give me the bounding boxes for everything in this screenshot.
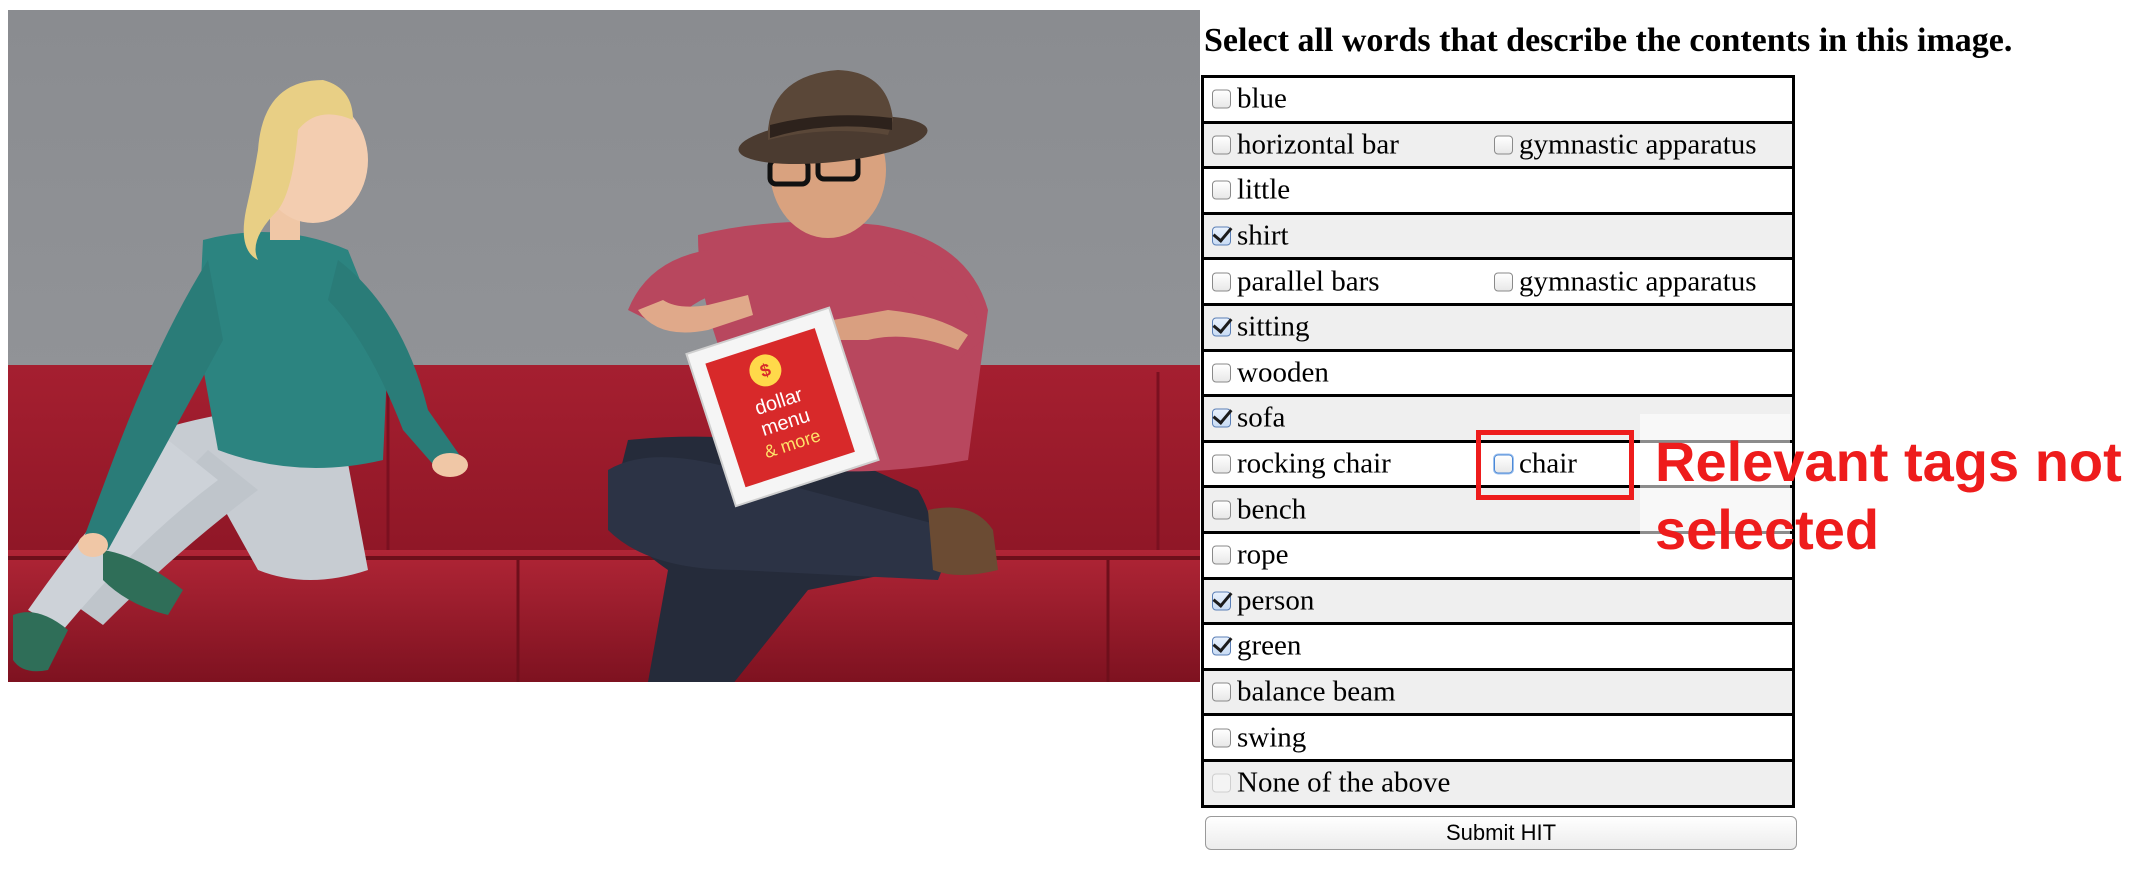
tag-checkbox[interactable] xyxy=(1212,89,1231,109)
tag-option[interactable]: gymnastic apparatus xyxy=(1494,128,1757,161)
tag-checkbox[interactable] xyxy=(1212,545,1231,565)
tag-option[interactable]: horizontal bar xyxy=(1212,128,1399,161)
tag-label: horizontal bar xyxy=(1237,128,1399,161)
tag-label: bench xyxy=(1237,493,1307,526)
tag-checkbox[interactable] xyxy=(1212,408,1231,428)
tag-checkbox[interactable] xyxy=(1212,682,1231,702)
tag-row: swing xyxy=(1204,716,1792,759)
tag-row: green xyxy=(1204,625,1792,668)
hit-page: $ dollar menu & more Select all words th… xyxy=(0,0,2144,872)
tag-row: sitting xyxy=(1204,305,1792,349)
tag-label: gymnastic apparatus xyxy=(1519,128,1757,161)
tag-checkbox[interactable] xyxy=(1212,226,1231,246)
tag-option[interactable]: wooden xyxy=(1212,356,1329,389)
tag-row: person xyxy=(1204,579,1792,623)
tag-label: parallel bars xyxy=(1237,265,1380,298)
tag-label: shirt xyxy=(1237,219,1289,252)
tag-checkbox[interactable] xyxy=(1494,272,1513,292)
tag-option[interactable]: little xyxy=(1212,174,1290,207)
tag-checkbox[interactable] xyxy=(1212,728,1231,748)
tag-checkbox[interactable] xyxy=(1212,636,1231,656)
submit-hit-button[interactable]: Submit HIT xyxy=(1205,816,1797,850)
tag-option[interactable]: sitting xyxy=(1212,311,1310,344)
tag-checkbox[interactable] xyxy=(1212,317,1231,337)
tag-checkbox[interactable] xyxy=(1212,773,1231,793)
tag-option[interactable]: parallel bars xyxy=(1212,265,1380,298)
tag-label: swing xyxy=(1237,721,1307,754)
tag-checkbox[interactable] xyxy=(1212,500,1231,520)
tag-row: little xyxy=(1204,169,1792,212)
tag-option[interactable]: blue xyxy=(1212,83,1287,116)
highlight-box xyxy=(1476,430,1634,500)
tag-checkbox[interactable] xyxy=(1212,135,1231,155)
tag-option[interactable]: rocking chair xyxy=(1212,448,1391,481)
tag-row: horizontal bar gymnastic apparatus xyxy=(1204,123,1792,167)
tag-option[interactable]: person xyxy=(1212,584,1314,617)
tag-option[interactable]: gymnastic apparatus xyxy=(1494,265,1757,298)
sofa-seat xyxy=(8,550,1200,682)
tag-option[interactable]: swing xyxy=(1212,721,1306,754)
tag-label: sitting xyxy=(1237,310,1310,343)
tag-label: wooden xyxy=(1237,356,1329,389)
tag-row: balance beam xyxy=(1204,670,1792,714)
tag-label: sofa xyxy=(1237,401,1286,434)
tag-label: person xyxy=(1237,584,1315,617)
tag-option[interactable]: None of the above xyxy=(1212,767,1450,800)
tag-label: None of the above xyxy=(1237,766,1451,799)
tag-row: wooden xyxy=(1204,351,1792,395)
tag-checkbox[interactable] xyxy=(1212,591,1231,611)
tag-row: shirt xyxy=(1204,214,1792,258)
tag-option[interactable]: shirt xyxy=(1212,220,1289,253)
tag-row: blue xyxy=(1204,78,1792,121)
tag-option[interactable]: bench xyxy=(1212,493,1306,526)
annotation-text: Relevant tags not selected xyxy=(1655,430,2122,561)
tag-option[interactable]: rope xyxy=(1212,539,1289,572)
instruction-heading: Select all words that describe the conte… xyxy=(1204,22,2013,59)
tag-label: rope xyxy=(1237,538,1289,571)
tag-option[interactable]: sofa xyxy=(1212,402,1285,435)
tag-label: balance beam xyxy=(1237,675,1396,708)
tag-checkbox[interactable] xyxy=(1212,180,1231,200)
tag-checkbox[interactable] xyxy=(1212,363,1231,383)
tag-checkbox[interactable] xyxy=(1212,272,1231,292)
task-image: $ dollar menu & more xyxy=(8,10,1200,682)
task-photo: $ dollar menu & more xyxy=(8,10,1200,682)
tag-label: rocking chair xyxy=(1237,447,1391,480)
tag-checkbox[interactable] xyxy=(1494,135,1513,155)
tag-label: gymnastic apparatus xyxy=(1519,265,1757,298)
tag-option[interactable]: balance beam xyxy=(1212,676,1396,709)
tag-checkbox[interactable] xyxy=(1212,454,1231,474)
tag-label: blue xyxy=(1237,82,1287,115)
tag-option[interactable]: green xyxy=(1212,630,1301,663)
tag-row: parallel bars gymnastic apparatus xyxy=(1204,260,1792,303)
tag-label: little xyxy=(1237,173,1291,206)
tag-label: green xyxy=(1237,629,1302,662)
tag-row: None of the above xyxy=(1204,761,1792,805)
